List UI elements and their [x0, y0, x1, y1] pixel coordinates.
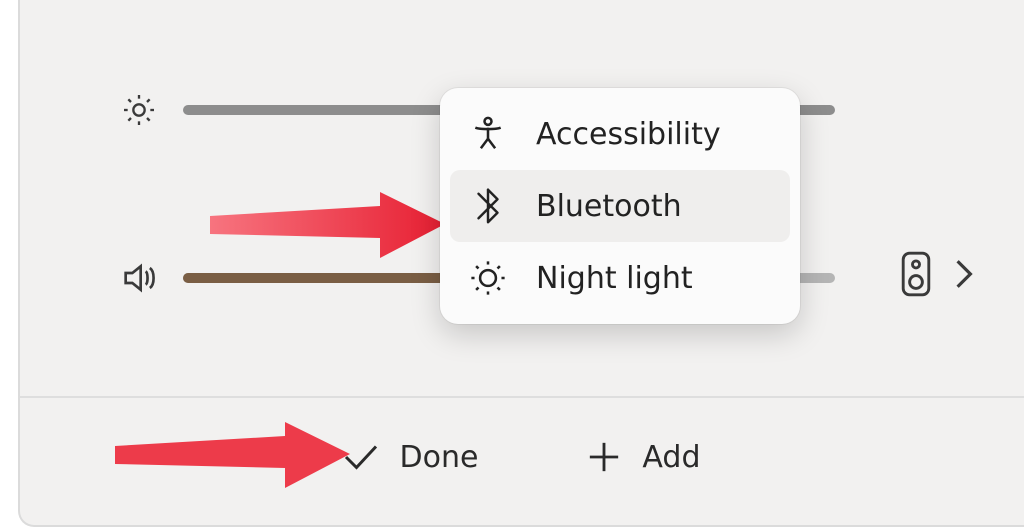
night-light-icon [468, 258, 508, 298]
volume-icon [115, 258, 163, 298]
edit-actions-bar: Done Add [20, 396, 1024, 516]
done-label: Done [399, 440, 478, 475]
add-tile-menu: Accessibility Bluetooth [440, 88, 800, 324]
quick-settings-panel: Accessibility Bluetooth [18, 0, 1024, 527]
add-label: Add [642, 440, 700, 475]
brightness-icon [115, 90, 163, 130]
accessibility-icon [468, 114, 508, 154]
annotation-arrow [210, 188, 450, 268]
audio-output-selector[interactable] [896, 250, 974, 298]
menu-item-night-light[interactable]: Night light [450, 242, 790, 314]
menu-item-bluetooth[interactable]: Bluetooth [450, 170, 790, 242]
add-button[interactable]: Add [572, 431, 714, 483]
plus-icon [586, 439, 622, 475]
bluetooth-icon [468, 186, 508, 226]
done-button[interactable]: Done [329, 431, 492, 483]
chevron-right-icon [954, 258, 974, 290]
menu-item-label: Accessibility [536, 117, 721, 152]
check-icon [343, 439, 379, 475]
audio-output-icon [896, 250, 936, 298]
menu-item-accessibility[interactable]: Accessibility [450, 98, 790, 170]
menu-item-label: Night light [536, 261, 693, 296]
menu-item-label: Bluetooth [536, 189, 682, 224]
